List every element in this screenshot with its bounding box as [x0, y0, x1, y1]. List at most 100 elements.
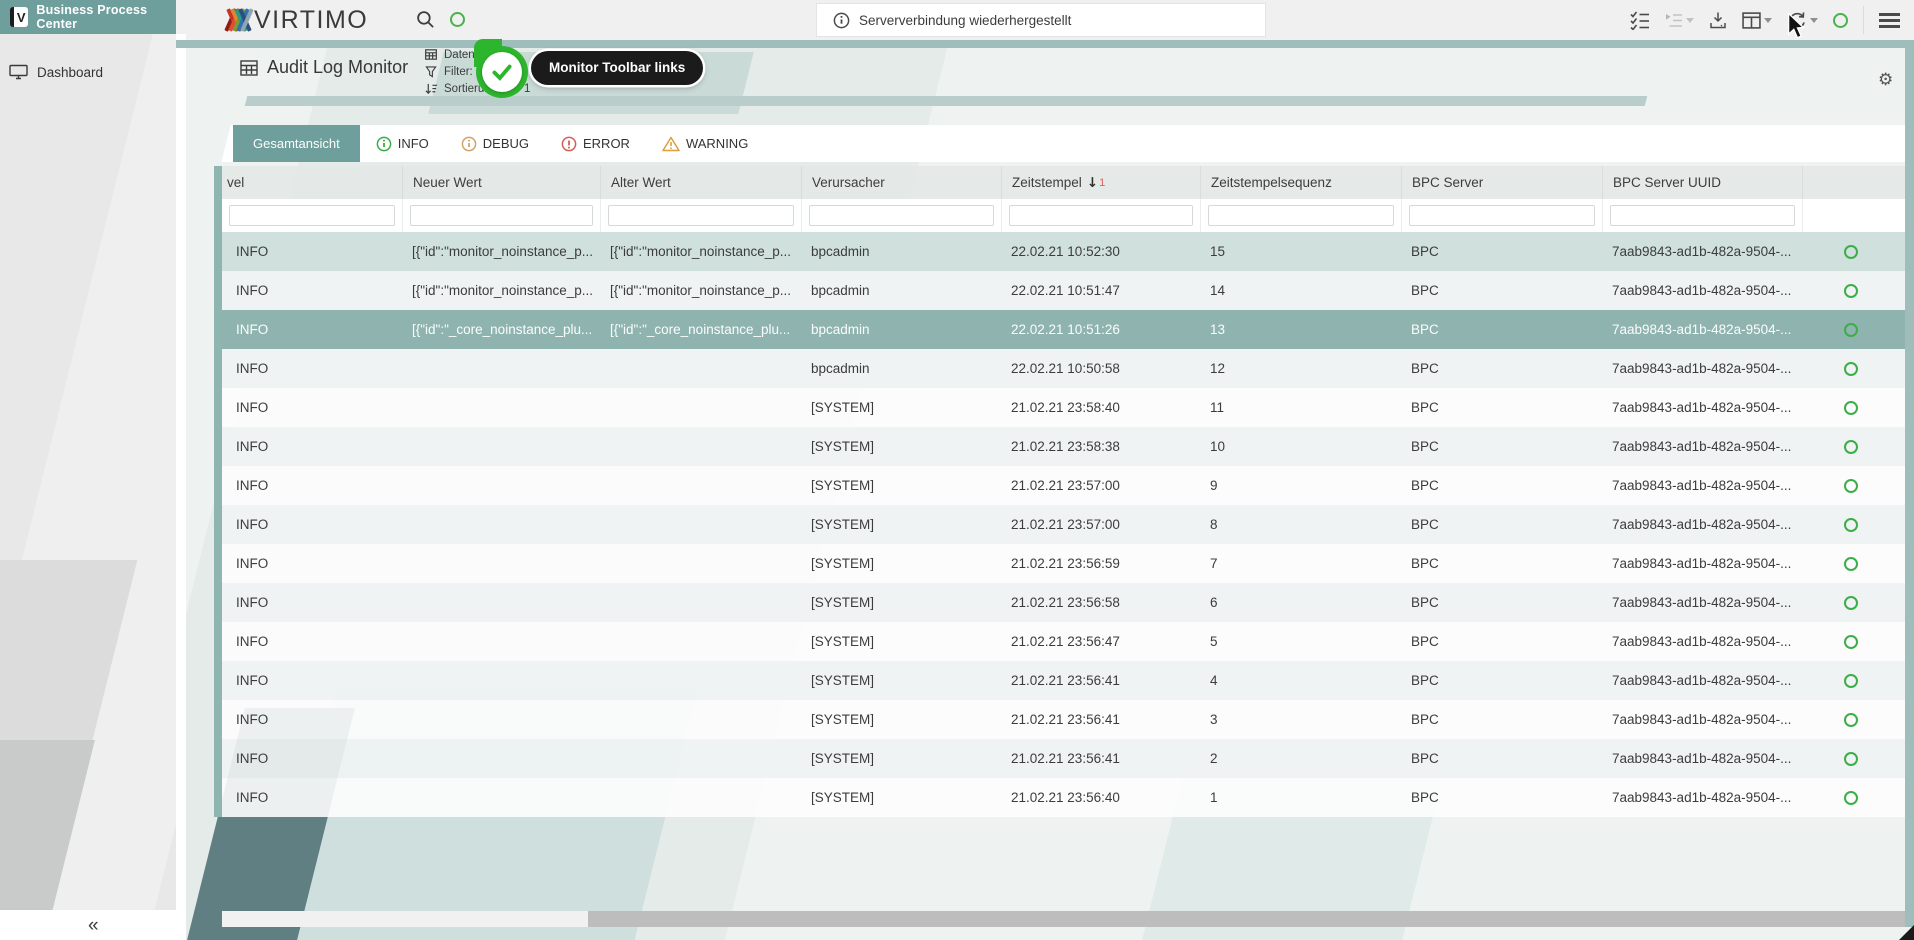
table-row[interactable]: INFO[SYSTEM]21.02.21 23:56:414BPC7aab984… [222, 661, 1905, 700]
cell-verursacher: [SYSTEM] [801, 622, 1001, 661]
sidebar-item-dashboard[interactable]: Dashboard [0, 56, 176, 88]
tab-error[interactable]: ERROR [545, 125, 646, 162]
column-header-status [1802, 166, 1905, 199]
cell-bpc_server: BPC [1401, 466, 1602, 505]
checklist-button[interactable] [1630, 11, 1650, 30]
row-status-cell [1802, 739, 1905, 778]
table-row[interactable]: INFO[{"id":"_core_noinstance_plu...[{"id… [222, 310, 1905, 349]
panel-gap [176, 34, 186, 914]
cell-neuer_wert [402, 739, 600, 778]
cell-bpc_server_uuid: 7aab9843-ad1b-482a-9504-... [1602, 388, 1802, 427]
cell-neuer_wert [402, 583, 600, 622]
cell-verursacher: [SYSTEM] [801, 661, 1001, 700]
filter-input-bpc_server_uuid[interactable] [1610, 205, 1795, 226]
table-row[interactable]: INFO[SYSTEM]21.02.21 23:56:413BPC7aab984… [222, 700, 1905, 739]
column-header-bpc_server[interactable]: BPC Server [1401, 166, 1602, 199]
cell-zeitstempel: 22.02.21 10:52:30 [1001, 232, 1200, 271]
tab-label: DEBUG [483, 136, 529, 151]
cell-verursacher: [SYSTEM] [801, 778, 1001, 817]
cell-neuer_wert [402, 505, 600, 544]
download-button[interactable] [1709, 11, 1727, 30]
sort-order-badge: 1 [1099, 177, 1105, 189]
cell-level: INFO [222, 388, 402, 427]
filter-input-bpc_server[interactable] [1409, 205, 1595, 226]
filter-cell-bpc_server [1401, 199, 1602, 232]
table-row[interactable]: INFO[SYSTEM]21.02.21 23:58:3810BPC7aab98… [222, 427, 1905, 466]
table-row[interactable]: INFO[SYSTEM]21.02.21 23:58:4011BPC7aab98… [222, 388, 1905, 427]
filter-input-level[interactable] [229, 205, 395, 226]
cell-verursacher: [SYSTEM] [801, 466, 1001, 505]
cell-verursacher: [SYSTEM] [801, 505, 1001, 544]
column-header-level[interactable]: vel [222, 166, 402, 199]
table-row[interactable]: INFO[SYSTEM]21.02.21 23:56:597BPC7aab984… [222, 544, 1905, 583]
cell-alter_wert [600, 661, 801, 700]
status-ring-icon [1844, 635, 1858, 649]
table-row[interactable]: INFO[SYSTEM]21.02.21 23:57:009BPC7aab984… [222, 466, 1905, 505]
cell-zeitstempelsequenz: 7 [1200, 544, 1401, 583]
filter-input-alter_wert[interactable] [608, 205, 794, 226]
filter-cell-status [1802, 199, 1905, 232]
tab-warning[interactable]: WARNING [646, 125, 764, 162]
status-ring-icon [1844, 674, 1858, 688]
gear-icon[interactable]: ⚙ [1878, 70, 1893, 90]
cell-level: INFO [222, 544, 402, 583]
table-row[interactable]: INFO[SYSTEM]21.02.21 23:56:412BPC7aab984… [222, 739, 1905, 778]
filter-input-zeitstempel[interactable] [1009, 205, 1193, 226]
cell-alter_wert [600, 700, 801, 739]
column-header-zeitstempel[interactable]: Zeitstempel↓1 [1001, 166, 1200, 199]
table-row[interactable]: INFO[SYSTEM]21.02.21 23:56:401BPC7aab984… [222, 778, 1905, 817]
column-header-verursacher[interactable]: Verursacher [801, 166, 1001, 199]
column-header-neuer_wert[interactable]: Neuer Wert [402, 166, 600, 199]
menu-button[interactable] [1879, 13, 1900, 28]
cell-bpc_server: BPC [1401, 778, 1602, 817]
tab-bar: Gesamtansicht INFO DEBUG ERRORWARNING [233, 125, 764, 162]
tab-info[interactable]: INFO [360, 125, 445, 162]
column-header-label: Verursacher [812, 175, 885, 190]
search-icon [416, 10, 435, 29]
scrollbar-thumb[interactable] [588, 911, 1905, 927]
column-layout-button[interactable] [1742, 12, 1772, 29]
column-header-alter_wert[interactable]: Alter Wert [600, 166, 801, 199]
table-filter-row [222, 199, 1905, 232]
filter-input-neuer_wert[interactable] [410, 205, 593, 226]
tab-label: Gesamtansicht [253, 136, 340, 151]
table-row[interactable]: INFO[SYSTEM]21.02.21 23:57:008BPC7aab984… [222, 505, 1905, 544]
cell-zeitstempelsequenz: 8 [1200, 505, 1401, 544]
cell-bpc_server: BPC [1401, 622, 1602, 661]
filter-input-zeitstempelsequenz[interactable] [1208, 205, 1394, 226]
cell-alter_wert [600, 466, 801, 505]
cell-alter_wert [600, 739, 801, 778]
tree-view-button[interactable] [1665, 13, 1694, 28]
sort-desc-icon: ↓ [1087, 175, 1098, 191]
search-button[interactable] [416, 10, 438, 32]
column-header-bpc_server_uuid[interactable]: BPC Server UUID [1602, 166, 1802, 199]
error-red-icon [561, 136, 577, 152]
filter-cell-zeitstempelsequenz [1200, 199, 1401, 232]
table-left-accent [214, 166, 222, 817]
status-ring-icon [1844, 245, 1858, 259]
cell-zeitstempel: 21.02.21 23:56:41 [1001, 700, 1200, 739]
column-header-label: vel [227, 175, 244, 190]
tour-badge[interactable] [472, 39, 532, 105]
table-row[interactable]: INFO[{"id":"monitor_noinstance_p...[{"id… [222, 271, 1905, 310]
table-row[interactable]: INFO[{"id":"monitor_noinstance_p...[{"id… [222, 232, 1905, 271]
horizontal-scrollbar[interactable] [222, 911, 1905, 927]
table-row[interactable]: INFO[SYSTEM]21.02.21 23:56:586BPC7aab984… [222, 583, 1905, 622]
filter-input-verursacher[interactable] [809, 205, 994, 226]
row-status-cell [1802, 583, 1905, 622]
page-title-text: Audit Log Monitor [267, 57, 408, 78]
cell-alter_wert: [{"id":"monitor_noinstance_p... [600, 271, 801, 310]
notification-banner: Serververbindung wiederhergestellt [816, 3, 1266, 37]
column-header-label: Zeitstempelsequenz [1211, 175, 1332, 190]
tab-debug[interactable]: DEBUG [445, 125, 545, 162]
column-header-zeitstempelsequenz[interactable]: Zeitstempelsequenz [1200, 166, 1401, 199]
table-row[interactable]: INFObpcadmin22.02.21 10:50:5812BPC7aab98… [222, 349, 1905, 388]
refresh-button[interactable] [1787, 11, 1818, 30]
table-row[interactable]: INFO[SYSTEM]21.02.21 23:56:475BPC7aab984… [222, 622, 1905, 661]
tab-gesamtansicht[interactable]: Gesamtansicht [233, 125, 360, 162]
cell-verursacher: [SYSTEM] [801, 388, 1001, 427]
cell-neuer_wert: [{"id":"_core_noinstance_plu... [402, 310, 600, 349]
cell-neuer_wert [402, 349, 600, 388]
sidebar-collapse-button[interactable]: « [88, 916, 99, 935]
cell-bpc_server: BPC [1401, 349, 1602, 388]
